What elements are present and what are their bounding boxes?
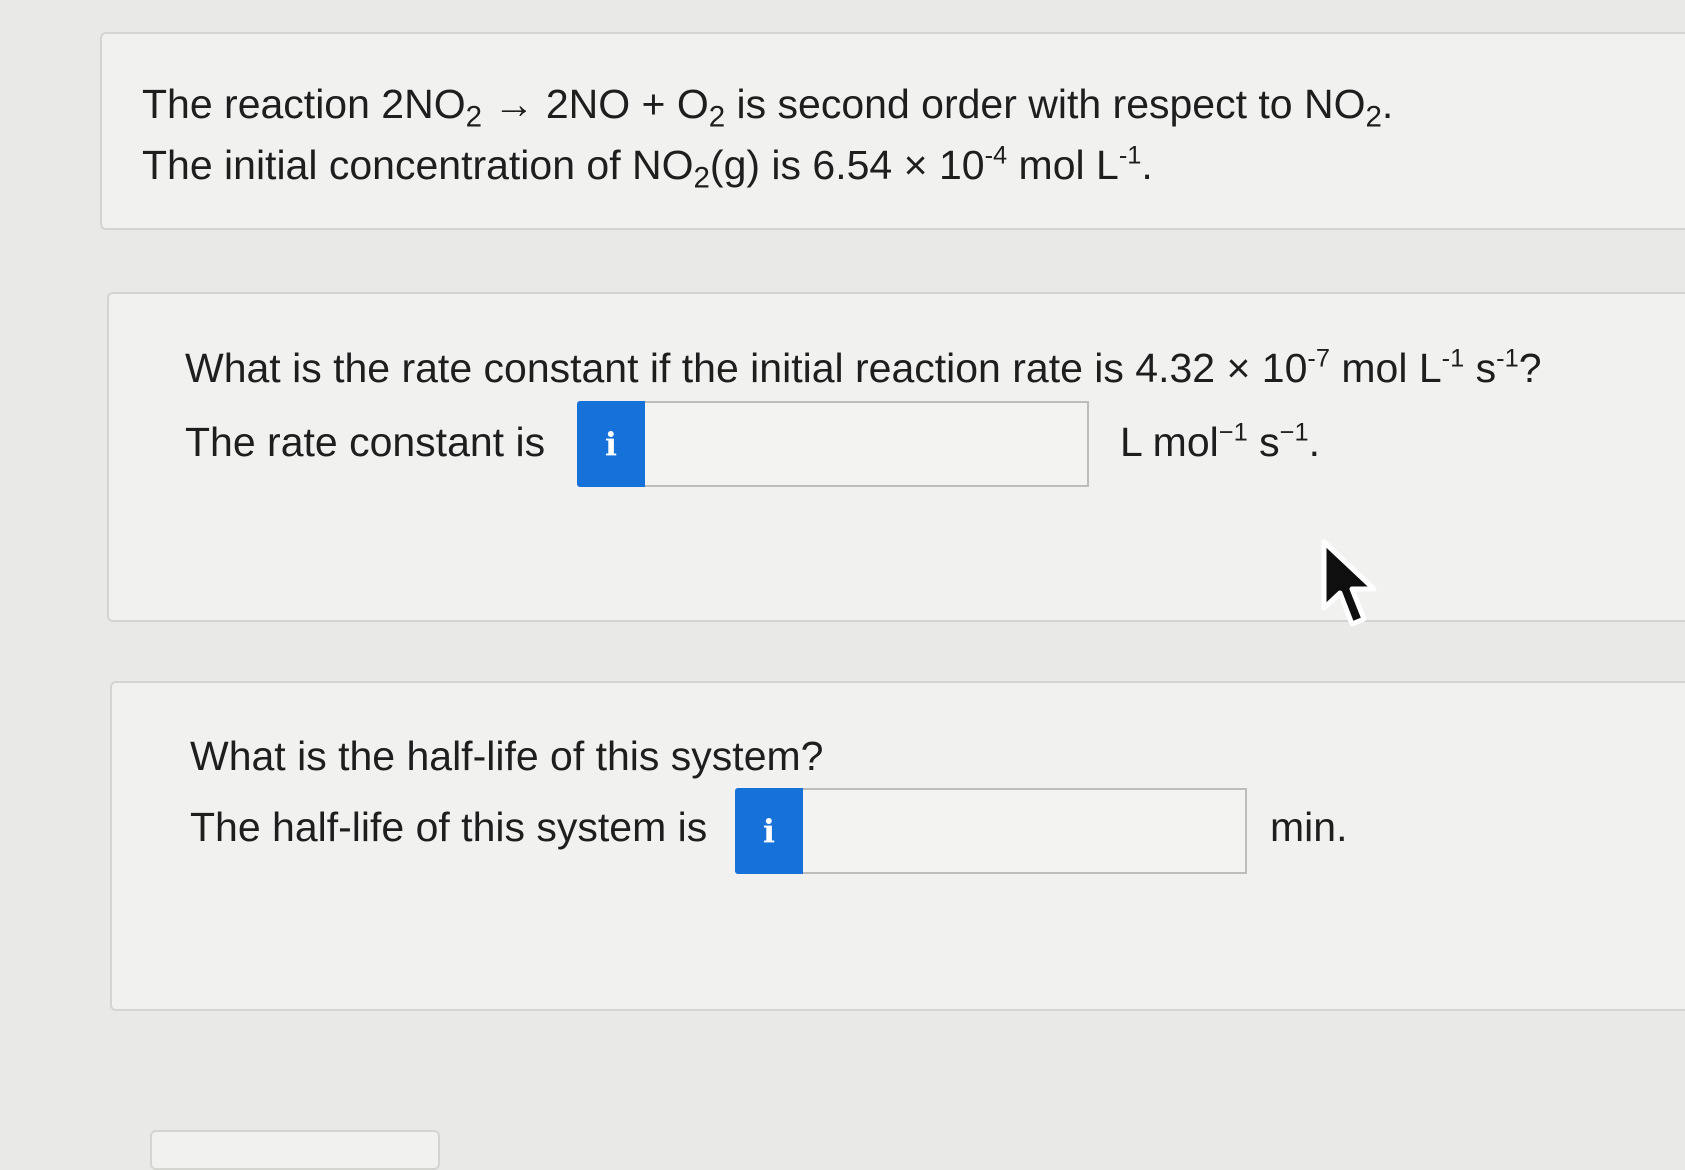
info-icon[interactable]: i	[735, 788, 803, 874]
half-life-answer-group: i	[735, 788, 1247, 874]
half-life-prompt: The half-life of this system is	[190, 804, 708, 850]
mouse-pointer-icon	[1321, 539, 1377, 627]
half-life-unit: min.	[1270, 804, 1348, 850]
problem-statement-line-2: The initial concentration of NO2(g) is 6…	[142, 141, 1153, 195]
half-life-question-text: What is the half-life of this system?	[190, 733, 824, 779]
rate-constant-unit: L mol−1 s−1.	[1120, 418, 1320, 465]
rate-constant-input[interactable]	[645, 401, 1089, 487]
problem-statement-panel	[100, 32, 1685, 230]
half-life-input[interactable]	[803, 788, 1247, 874]
partial-next-panel	[150, 1130, 440, 1170]
rate-constant-question-text: What is the rate constant if the initial…	[185, 344, 1542, 391]
rate-constant-prompt: The rate constant is	[185, 419, 546, 465]
rate-constant-answer-group: i	[577, 401, 1089, 487]
problem-statement-line-1: The reaction 2NO2 → 2NO + O2 is second o…	[142, 81, 1394, 134]
info-icon[interactable]: i	[577, 401, 645, 487]
